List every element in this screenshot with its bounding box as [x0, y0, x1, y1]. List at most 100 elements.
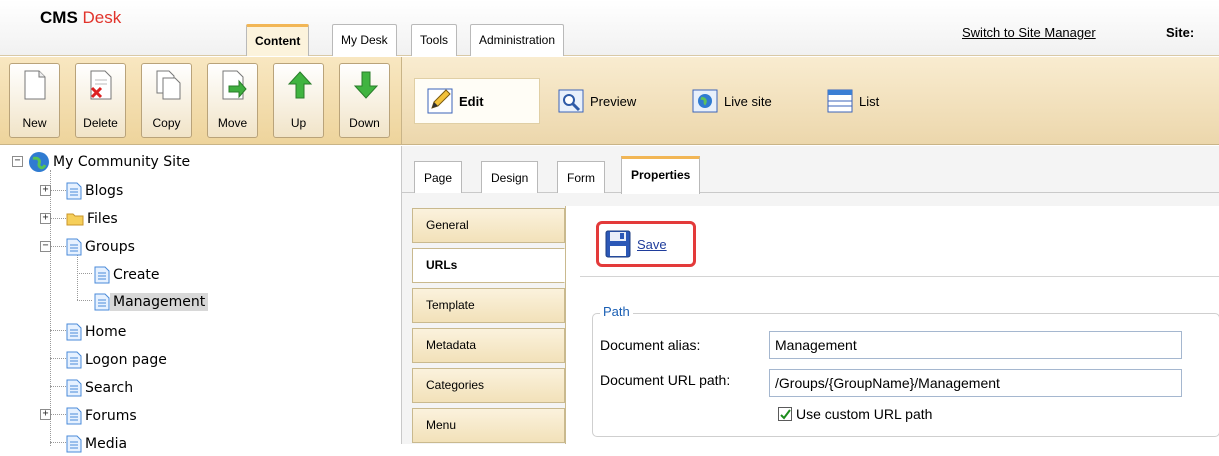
document-actions-toolbar: New Delete Copy Move Up Down: [0, 57, 402, 145]
tree-node-label: Media: [85, 436, 128, 452]
tab-administration[interactable]: Administration: [470, 24, 565, 56]
tab-design[interactable]: Design: [481, 161, 539, 193]
document-alias-input[interactable]: Management: [769, 331, 1182, 359]
tree-connector: [50, 330, 66, 331]
tab-template[interactable]: Template: [412, 288, 565, 323]
copy-button-label: Copy: [152, 116, 181, 130]
use-custom-url-path-label: Use custom URL path: [796, 406, 933, 422]
page-icon: [66, 407, 82, 425]
property-tabs: General URLs Template Metadata Categorie…: [412, 206, 565, 444]
tree-connector: [50, 170, 51, 446]
page-icon: [66, 435, 82, 453]
edit-label: Edit: [459, 93, 484, 109]
collapse-root-toggle[interactable]: −: [12, 156, 23, 167]
up-button-label: Up: [290, 116, 307, 130]
tab-properties[interactable]: Properties: [621, 156, 701, 194]
tree-node-forums[interactable]: Forums: [66, 404, 140, 428]
tree-connector: [77, 300, 92, 301]
up-button[interactable]: Up: [273, 63, 324, 138]
tab-general[interactable]: General: [412, 208, 565, 243]
copy-document-icon: [156, 70, 181, 100]
tree-node-groups[interactable]: Groups: [66, 235, 138, 259]
edit-view-button[interactable]: Edit: [414, 78, 540, 124]
move-button[interactable]: Move: [207, 63, 258, 138]
page-icon: [66, 351, 82, 369]
tab-tools[interactable]: Tools: [411, 24, 458, 56]
use-custom-url-path-checkbox[interactable]: [778, 407, 792, 421]
live-site-label: Live site: [724, 93, 772, 109]
site-label: Site:: [1166, 25, 1195, 40]
tree-connector: [50, 414, 66, 415]
tree-node-blogs[interactable]: Blogs: [66, 179, 126, 203]
preview-label: Preview: [590, 93, 637, 109]
page-icon: [66, 238, 82, 256]
arrow-down-icon: [353, 71, 379, 99]
tree-connector: [77, 273, 92, 274]
switch-to-site-manager-link[interactable]: Switch to Site Manager: [962, 25, 1096, 40]
live-site-view-button[interactable]: Live site: [692, 85, 772, 117]
delete-button[interactable]: Delete: [75, 63, 126, 138]
document-properties-area: Page Design Form Properties General URLs…: [402, 146, 1219, 444]
tree-connector: [50, 442, 66, 443]
delete-button-label: Delete: [83, 116, 118, 130]
down-button-label: Down: [349, 116, 380, 130]
page-icon: [94, 293, 110, 311]
tab-content[interactable]: Content: [246, 24, 310, 56]
document-url-path-input[interactable]: /Groups/{GroupName}/Management: [769, 369, 1182, 397]
expand-forums-toggle[interactable]: +: [40, 409, 51, 420]
live-site-globe-icon: [692, 89, 718, 113]
tree-node-media[interactable]: Media: [66, 432, 130, 456]
tree-node-home[interactable]: Home: [66, 320, 129, 344]
tree-node-search[interactable]: Search: [66, 376, 136, 400]
tree-node-label: Forums: [85, 408, 137, 424]
expand-files-toggle[interactable]: +: [40, 213, 51, 224]
tree-connector: [50, 218, 66, 219]
tree-connector: [50, 246, 66, 247]
copy-button[interactable]: Copy: [141, 63, 192, 138]
save-label: Save: [637, 236, 667, 252]
tree-node-logon-page[interactable]: Logon page: [66, 348, 170, 372]
arrow-up-icon: [287, 71, 313, 99]
tab-my-desk[interactable]: My Desk: [332, 24, 397, 56]
document-alias-label: Document alias:: [600, 337, 701, 353]
save-floppy-icon: [605, 230, 631, 258]
view-mode-toolbar: Edit Preview Live site List: [402, 57, 1219, 145]
tree-connector: [50, 190, 66, 191]
tab-page[interactable]: Page: [414, 161, 463, 193]
edit-pencil-icon: [427, 88, 453, 114]
tree-node-label: Logon page: [85, 352, 167, 368]
tree-node-root[interactable]: My Community Site: [28, 150, 193, 174]
tab-menu[interactable]: Menu: [412, 408, 565, 443]
tree-node-label: Home: [85, 324, 127, 340]
page-icon: [66, 182, 82, 200]
list-icon: [827, 89, 853, 113]
save-button[interactable]: Save: [596, 221, 696, 267]
tab-form[interactable]: Form: [557, 161, 605, 193]
new-button[interactable]: New: [9, 63, 60, 138]
expand-blogs-toggle[interactable]: +: [40, 185, 51, 196]
path-legend: Path: [600, 304, 633, 319]
divider: [580, 276, 1219, 277]
tree-node-files[interactable]: Files: [66, 207, 121, 231]
tree-node-create[interactable]: Create: [94, 263, 163, 287]
list-label: List: [859, 93, 880, 109]
tab-urls[interactable]: URLs: [412, 248, 565, 283]
tree-node-label: Search: [85, 380, 134, 396]
tree-node-label: Management: [110, 293, 209, 311]
tree-connector: [50, 386, 66, 387]
preview-view-button[interactable]: Preview: [558, 85, 636, 117]
collapse-groups-toggle[interactable]: −: [40, 241, 51, 252]
tree-node-label: Blogs: [85, 183, 124, 199]
down-button[interactable]: Down: [339, 63, 390, 138]
page-icon: [66, 379, 82, 397]
list-view-button[interactable]: List: [827, 85, 879, 117]
tree-connector: [77, 254, 78, 300]
cms-header: CMS Desk Content My Desk Tools Administr…: [0, 0, 1219, 56]
folder-icon: [66, 213, 84, 226]
tab-categories[interactable]: Categories: [412, 368, 565, 403]
tree-node-label: My Community Site: [53, 154, 191, 170]
tree-node-management[interactable]: Management: [94, 290, 209, 314]
checkmark-icon: [780, 409, 791, 420]
move-document-icon: [222, 70, 247, 100]
tab-metadata[interactable]: Metadata: [412, 328, 565, 363]
